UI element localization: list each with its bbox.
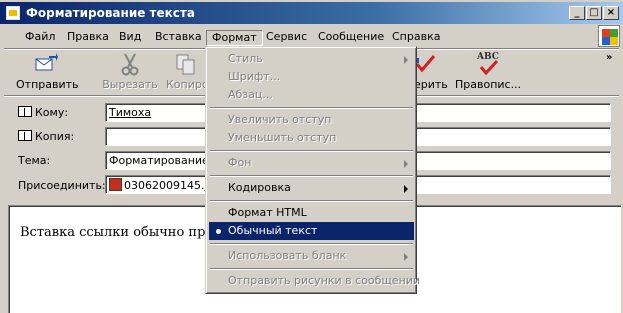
to-label: Кому:: [35, 106, 69, 119]
menu-edit[interactable]: Правка: [62, 30, 114, 46]
to-label-button[interactable]: Кому:: [18, 106, 68, 119]
menu-item-font[interactable]: Шрифт...: [209, 68, 414, 86]
spelling-check-icon: ABC: [476, 52, 500, 76]
check-names-label: ерить: [414, 78, 448, 91]
encoding-label: Кодировка: [228, 181, 291, 194]
outlook-compose-window: Форматирование текста _ □ × Файл Правка …: [0, 0, 623, 313]
maximize-button[interactable]: □: [586, 6, 602, 20]
message-body-text: Вставка ссылки обычно про: [20, 225, 214, 240]
to-recipient: Тимоха: [109, 106, 152, 119]
check-names-icon: [414, 52, 438, 76]
cut-label: Вырезать: [102, 78, 158, 91]
menu-separator: [210, 175, 413, 177]
window-title: Форматирование текста: [26, 6, 195, 20]
menu-item-use-template[interactable]: Использовать бланк: [209, 247, 414, 265]
check-names-button[interactable]: ерить: [414, 49, 450, 95]
menu-view[interactable]: Вид: [114, 30, 146, 46]
menu-tools[interactable]: Сервис: [261, 30, 312, 46]
menu-message[interactable]: Сообщение: [313, 30, 389, 46]
attachment-filename[interactable]: 03062009145.jp: [124, 179, 215, 192]
attach-label: Присоединить:: [18, 179, 106, 192]
menu-separator: [210, 150, 413, 152]
spelling-button[interactable]: ABC Правопис...: [455, 49, 521, 95]
spelling-label: Правопис...: [455, 78, 522, 91]
format-menu-dropdown: Стиль Шрифт... Абзац... Увеличить отступ…: [205, 46, 420, 294]
style-label: Стиль: [228, 52, 263, 65]
menu-separator: [210, 243, 413, 245]
menu-item-html-format[interactable]: Формат HTML: [209, 204, 414, 222]
address-book-icon: [18, 106, 32, 117]
submenu-arrow-icon: [404, 160, 408, 168]
menu-item-style[interactable]: Стиль: [209, 50, 414, 68]
plain-text-label: Обычный текст: [228, 224, 318, 237]
menu-format[interactable]: Формат: [206, 30, 263, 46]
menu-insert[interactable]: Вставка: [150, 30, 207, 46]
close-button[interactable]: ×: [603, 6, 619, 20]
scissors-icon: [118, 52, 142, 76]
send-icon: [34, 52, 58, 76]
menu-item-plain-text[interactable]: Обычный текст: [209, 222, 414, 240]
windows-logo-icon: [598, 25, 620, 47]
copy-button[interactable]: Копиро: [166, 49, 206, 95]
submenu-arrow-icon: [404, 185, 408, 193]
menu-separator: [210, 107, 413, 109]
image-file-icon: [109, 178, 122, 191]
toolbar-overflow-icon[interactable]: »: [606, 52, 612, 63]
cc-label-button[interactable]: Копия:: [18, 130, 74, 143]
title-bar[interactable]: Форматирование текста _ □ ×: [0, 2, 623, 24]
menu-bar: Файл Правка Вид Вставка Формат Сервис Со…: [0, 26, 623, 48]
address-book-icon: [18, 130, 32, 141]
menu-item-background[interactable]: Фон: [209, 154, 414, 172]
cc-label: Копия:: [35, 130, 75, 143]
message-icon: [6, 6, 20, 20]
minimize-button[interactable]: _: [569, 6, 585, 20]
cut-button[interactable]: Вырезать: [98, 49, 162, 95]
radio-bullet-icon: [216, 229, 221, 234]
menu-separator: [210, 200, 413, 202]
copy-label: Копиро: [166, 78, 206, 91]
menu-item-send-pictures[interactable]: Отправить рисунки в сообщении: [209, 272, 420, 290]
background-label: Фон: [228, 156, 252, 169]
menu-help[interactable]: Справка: [387, 30, 445, 46]
submenu-arrow-icon: [404, 253, 408, 261]
menu-file[interactable]: Файл: [20, 30, 60, 46]
menu-item-decrease-indent[interactable]: Уменьшить отступ: [209, 129, 414, 147]
menu-item-increase-indent[interactable]: Увеличить отступ: [209, 111, 414, 129]
send-label: Отправить: [16, 78, 79, 91]
copy-icon: [174, 52, 198, 76]
use-template-label: Использовать бланк: [228, 249, 347, 262]
send-button[interactable]: Отправить: [16, 49, 79, 95]
menu-item-paragraph[interactable]: Абзац...: [209, 86, 414, 104]
subject-label: Тема:: [18, 154, 51, 167]
submenu-arrow-icon: [404, 56, 408, 64]
menu-separator: [210, 268, 413, 270]
menu-item-encoding[interactable]: Кодировка: [209, 179, 414, 197]
